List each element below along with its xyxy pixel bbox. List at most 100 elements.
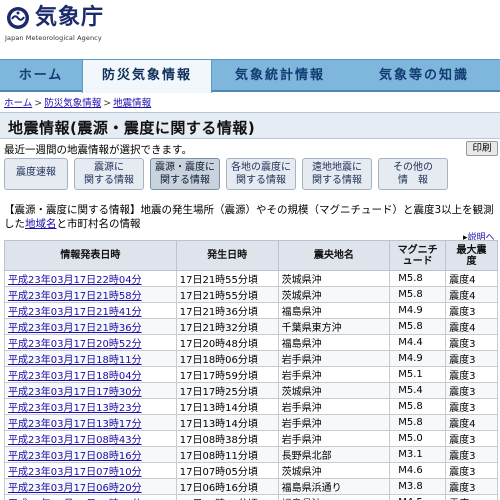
occurred-time: 17日06時16分頃 bbox=[179, 483, 258, 494]
max-intensity: 震度3 bbox=[449, 451, 476, 462]
nav-tab-knowledge[interactable]: 気象等の知識 bbox=[348, 60, 500, 91]
epicenter-name: 千葉県東方沖 bbox=[281, 323, 342, 334]
table-cell: M5.8 bbox=[389, 414, 447, 431]
col-header-epicenter: 震央地名 bbox=[277, 240, 391, 271]
logo-title: 気象庁 bbox=[35, 5, 105, 30]
epicenter-name: 長野県北部 bbox=[281, 451, 332, 462]
epicenter-name: 茨城県沖 bbox=[281, 467, 322, 478]
table-cell: 平成23年03月17日08時43分 bbox=[4, 430, 177, 447]
occurred-time: 17日21時32分頃 bbox=[179, 323, 258, 334]
table-cell: 震度4 bbox=[445, 286, 498, 303]
magnitude: M5.1 bbox=[398, 369, 423, 380]
table-cell: 震度3 bbox=[445, 350, 498, 367]
epicenter-name: 茨城県沖 bbox=[281, 275, 322, 286]
issued-time-link[interactable]: 平成23年03月17日20時52分 bbox=[8, 339, 142, 350]
issued-time-link[interactable]: 平成23年03月17日22時04分 bbox=[8, 275, 142, 286]
info-explanation: 【震源・震度に関する情報】地震の発生場所（震源）やその規模（マグニチュード）と震… bbox=[4, 203, 500, 231]
issued-time-link[interactable]: 平成23年03月17日08時43分 bbox=[8, 435, 142, 446]
epicenter-name: 茨城県沖 bbox=[281, 387, 322, 398]
subtab-local-intensity[interactable]: 各地の震度に 関する情報 bbox=[226, 158, 296, 190]
occurred-time: 17日21時55分頃 bbox=[179, 291, 258, 302]
table-cell: M5.1 bbox=[389, 366, 447, 383]
table-row: 平成23年03月17日13時17分 17日13時14分頃 岩手県沖 M5.8 震度4 bbox=[4, 414, 498, 431]
print-button[interactable]: 印刷 bbox=[466, 141, 498, 156]
explanation-text-end: と市町村名の情報 bbox=[56, 218, 141, 230]
table-cell: 震度4 bbox=[445, 318, 498, 335]
occurred-time: 17日17時59分頃 bbox=[179, 371, 258, 382]
issued-time-link[interactable]: 平成23年03月17日08時16分 bbox=[8, 451, 142, 462]
max-intensity: 震度3 bbox=[449, 483, 476, 494]
table-header-row: 情報発表日時 発生日時 震央地名 マグニチュード 最大震度 bbox=[4, 240, 498, 271]
table-cell: M4.6 bbox=[389, 462, 447, 479]
table-row: 平成23年03月17日18時04分 17日17時59分頃 岩手県沖 M5.1 震度3 bbox=[4, 366, 498, 383]
issued-time-link[interactable]: 平成23年03月17日18時11分 bbox=[8, 355, 142, 366]
magnitude: M4.9 bbox=[398, 305, 423, 316]
max-intensity: 震度3 bbox=[449, 307, 476, 318]
nav-tab-disaster-info[interactable]: 防災気象情報 bbox=[82, 60, 212, 93]
table-row: 平成23年03月17日13時23分 17日13時14分頃 岩手県沖 M5.8 震度3 bbox=[4, 398, 498, 415]
nav-tab-home[interactable]: ホーム bbox=[0, 60, 82, 91]
occurred-time: 17日21時36分頃 bbox=[179, 307, 258, 318]
max-intensity-header-text: 最大震度 bbox=[456, 244, 487, 267]
max-intensity: 震度4 bbox=[449, 291, 476, 302]
issued-time-link[interactable]: 平成23年03月17日13時23分 bbox=[8, 403, 142, 414]
breadcrumb: ホーム > 防災気象情報 > 地震情報 bbox=[4, 95, 151, 109]
epicenter-name: 岩手県沖 bbox=[281, 355, 322, 366]
col-header-max-intensity: 最大震度 bbox=[445, 240, 498, 271]
jma-emblem-icon bbox=[7, 7, 29, 29]
magnitude: M3.1 bbox=[398, 449, 423, 460]
table-cell: M5.8 bbox=[389, 286, 447, 303]
page-title-bar: 地震情報(震源・震度に関する情報) bbox=[0, 112, 500, 139]
subtab-other[interactable]: その他の 情 報 bbox=[378, 158, 448, 190]
nav-tab-statistics[interactable]: 気象統計情報 bbox=[212, 60, 348, 91]
table-cell: 17日06時16分頃 bbox=[175, 478, 279, 495]
table-cell: 17日20時48分頃 bbox=[175, 334, 279, 351]
table-row: 平成23年03月17日20時52分 17日20時48分頃 福島県沖 M4.4 震度3 bbox=[4, 334, 498, 351]
magnitude: M4.4 bbox=[398, 337, 423, 348]
table-cell: 震度4 bbox=[445, 414, 498, 431]
issued-time-link[interactable]: 平成23年03月17日07時10分 bbox=[8, 467, 142, 478]
subtab-intensity-flash[interactable]: 震度速報 bbox=[4, 158, 68, 190]
issued-time-link[interactable]: 平成23年03月17日18時04分 bbox=[8, 371, 142, 382]
table-cell: 福島県沖 bbox=[277, 494, 391, 500]
magnitude: M5.8 bbox=[398, 289, 423, 300]
table-row: 平成23年03月17日21時41分 17日21時36分頃 福島県沖 M4.9 震度3 bbox=[4, 302, 498, 319]
table-cell: 平成23年03月17日21時36分 bbox=[4, 318, 177, 335]
issued-time-link[interactable]: 平成23年03月17日21時36分 bbox=[8, 323, 142, 334]
occurred-time: 17日17時25分頃 bbox=[179, 387, 258, 398]
epicenter-name: 福島県沖 bbox=[281, 339, 322, 350]
magnitude: M5.4 bbox=[398, 385, 423, 396]
table-cell: 平成23年03月17日13時17分 bbox=[4, 414, 177, 431]
table-cell: 17日17時59分頃 bbox=[175, 366, 279, 383]
breadcrumb-disaster[interactable]: 防災気象情報 bbox=[44, 98, 101, 109]
table-cell: 岩手県沖 bbox=[277, 350, 391, 367]
region-name-link[interactable]: 地域名 bbox=[25, 218, 57, 230]
subtab-distant-quake[interactable]: 遠地地震に 関する情報 bbox=[302, 158, 372, 190]
magnitude: M5.8 bbox=[398, 401, 423, 412]
issued-time-link[interactable]: 平成23年03月17日21時41分 bbox=[8, 307, 142, 318]
table-cell: M5.4 bbox=[389, 382, 447, 399]
subtab-epicenter-intensity[interactable]: 震源・震度に 関する情報 bbox=[150, 158, 220, 190]
table-row: 平成23年03月17日06時20分 17日06時16分頃 福島県浜通り M3.8 震度3 bbox=[4, 478, 498, 495]
issued-time-link[interactable]: 平成23年03月17日13時17分 bbox=[8, 419, 142, 430]
jma-logo[interactable]: 気象庁 Japan Meteorological Agency bbox=[3, 2, 143, 46]
magnitude: M5.8 bbox=[398, 417, 423, 428]
issued-time-link[interactable]: 平成23年03月17日06時20分 bbox=[8, 483, 142, 494]
max-intensity: 震度3 bbox=[449, 387, 476, 398]
issued-time-link[interactable]: 平成23年03月17日21時58分 bbox=[8, 291, 142, 302]
breadcrumb-quake[interactable]: 地震情報 bbox=[113, 98, 151, 109]
occurred-time: 17日08時11分頃 bbox=[179, 451, 258, 462]
issued-time-link[interactable]: 平成23年03月17日17時30分 bbox=[8, 387, 142, 398]
table-cell: M4.4 bbox=[389, 334, 447, 351]
table-cell: 福島県浜通り bbox=[277, 478, 391, 495]
table-cell: 17日08時11分頃 bbox=[175, 446, 279, 463]
breadcrumb-home[interactable]: ホーム bbox=[4, 98, 32, 109]
logo-subtitle: Japan Meteorological Agency bbox=[5, 34, 102, 42]
table-cell: 福島県沖 bbox=[277, 334, 391, 351]
epicenter-name: 岩手県沖 bbox=[281, 403, 322, 414]
table-row: 平成23年03月17日08時43分 17日08時38分頃 岩手県沖 M5.0 震度3 bbox=[4, 430, 498, 447]
table-cell: 茨城県沖 bbox=[277, 382, 391, 399]
subtab-epicenter[interactable]: 震源に 関する情報 bbox=[74, 158, 144, 190]
table-cell: 17日17時25分頃 bbox=[175, 382, 279, 399]
table-cell: 茨城県沖 bbox=[277, 286, 391, 303]
